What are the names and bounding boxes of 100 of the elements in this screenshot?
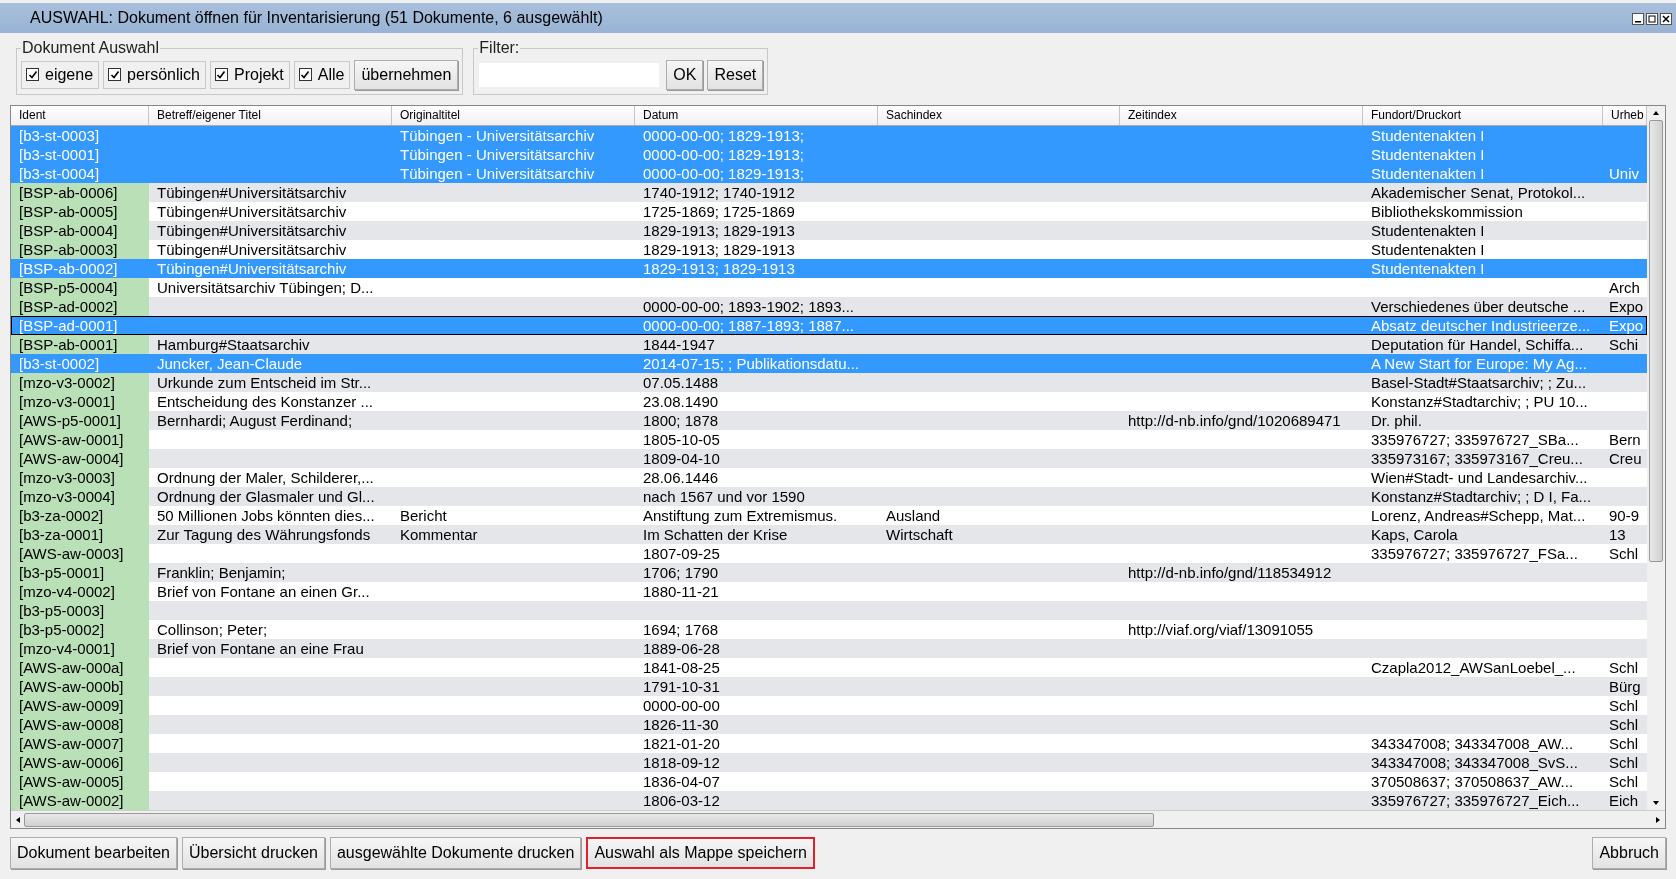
table-cell: Im Schatten der Krise [643, 526, 788, 543]
apply-button[interactable]: übernehmen [354, 59, 459, 90]
table-cell: 343347008; 343347008_SvS... [1371, 754, 1578, 771]
down-arrow-icon[interactable] [1652, 800, 1660, 806]
table-cell: Ordnung der Glasmaler und Gl... [157, 488, 375, 505]
column-header[interactable]: Fundort/Druckort [1363, 106, 1603, 125]
table-cell: Schl [1609, 773, 1639, 790]
table-row[interactable]: [b3-p5-0001] Franklin; Benjamin; 1706; 1790 http://d-nb.info/gnd/118534912 [11, 563, 1647, 582]
table-cell: Wien#Stadt- und Landesarchiv... [1371, 469, 1588, 486]
cancel-button[interactable]: Abbruch [1592, 837, 1666, 869]
table-row[interactable]: [AWS-aw-0004] 1809-04-10 335973167; 335973167_Creu... Creu [11, 449, 1647, 468]
table-cell: 1805-10-05 [643, 431, 720, 448]
table-cell: [BSP-ab-0005] [19, 203, 118, 220]
table-cell: [AWS-aw-000a] [19, 659, 124, 676]
action-button[interactable]: ausgewählte Dokumente drucken [329, 837, 582, 869]
checkbox-option[interactable]: Alle [293, 60, 351, 89]
table-cell: [mzo-v3-0003] [19, 469, 115, 486]
table-cell: 0000-00-00; 1829-1913; [643, 127, 804, 144]
table-cell: Schl [1609, 716, 1639, 733]
table-cell: 1826-11-30 [643, 716, 719, 733]
table-row[interactable]: [BSP-ab-0006] Tübingen#Universitätsarchiv 1740-1912; 1740-1912 Akademischer Senat, Protokol... [11, 183, 1647, 202]
table-cell: 1880-11-21 [643, 583, 719, 600]
left-arrow-icon[interactable] [15, 815, 21, 824]
table-cell: Dr. phil. [1371, 412, 1422, 429]
table-cell: 1791-10-31 [643, 678, 720, 695]
table-cell: 1841-08-25 [643, 659, 720, 676]
table-row[interactable]: [AWS-aw-0006] 1818-09-12 343347008; 343347008_SvS... Schl [11, 753, 1647, 772]
action-button[interactable]: Übersicht drucken [182, 837, 325, 869]
table-cell: Collinson; Peter; [157, 621, 268, 638]
table-row[interactable]: [AWS-p5-0001] Bernhardi; August Ferdinand; 1800; 1878 http://d-nb.info/gnd/1020689471 Dr. phil. [11, 411, 1647, 430]
table-cell: Schl [1609, 697, 1639, 714]
table-row[interactable]: [mzo-v3-0002] Urkunde zum Entscheid im Str... 07.05.1488 Basel-Stadt#Staatsarchiv; ; Zu... [11, 373, 1647, 392]
table-cell: Verschiedenes über deutsche ... [1371, 298, 1586, 315]
table-cell: [BSP-ab-0004] [19, 222, 118, 239]
table-row[interactable]: [AWS-aw-000b] 1791-10-31 Bürg [11, 677, 1647, 696]
table-row[interactable]: [AWS-aw-0008] 1826-11-30 Schl [11, 715, 1647, 734]
table-cell: Czapla2012_AWSanLoebel_... [1371, 659, 1576, 676]
table-cell: [BSP-ad-0001] [19, 317, 118, 334]
checkbox[interactable] [26, 68, 39, 81]
table-row[interactable]: [mzo-v4-0001] Brief von Fontane an eine Frau 1889-06-28 [11, 639, 1647, 658]
column-header[interactable]: Zeitindex [1120, 106, 1363, 125]
table-cell: Creu [1609, 450, 1642, 467]
table-row[interactable]: [b3-za-0001] Zur Tagung des Währungsfonds Kommentar Im Schatten der Krise Wirtschaft Kaps, Carola 13 [11, 525, 1647, 544]
table-cell: Juncker, Jean-Claude [157, 355, 303, 372]
table-cell: [b3-za-0002] [19, 507, 104, 524]
table-cell: http://d-nb.info/gnd/1020689471 [1128, 412, 1341, 429]
table-cell: Akademischer Senat, Protokol... [1371, 184, 1586, 201]
table-cell: 28.06.1446 [643, 469, 719, 486]
action-button[interactable]: Dokument bearbeiten [10, 837, 177, 869]
table-row[interactable]: [BSP-ad-0002] 0000-00-00; 1893-1902; 1893... Verschiedenes über deutsche ... Expo [11, 297, 1647, 316]
table-row[interactable]: [AWS-aw-0002] 1806-03-12 335976727; 335976727_Eich... Eich [11, 791, 1647, 810]
checkbox-option[interactable]: eigene [21, 60, 100, 89]
scrollbar-thumb[interactable] [1649, 120, 1663, 562]
action-button[interactable]: Auswahl als Mappe speichern [586, 837, 815, 869]
table-cell: Bürg [1609, 678, 1641, 695]
table-cell: [b3-za-0001] [19, 526, 104, 543]
table-cell: [AWS-aw-0007] [19, 735, 124, 752]
checkbox-option[interactable]: persönlich [103, 60, 206, 89]
minimize-icon[interactable] [1632, 13, 1644, 25]
column-header[interactable]: Datum [635, 106, 878, 125]
table-cell: [AWS-aw-000b] [19, 678, 124, 695]
table-cell: Tübingen#Universitätsarchiv [157, 203, 347, 220]
table-row[interactable]: [BSP-ab-0001] Hamburg#Staatsarchiv 1844-1947 Deputation für Handel, Schiffa... Schi [11, 335, 1647, 354]
ok-button[interactable]: OK [666, 59, 704, 90]
table-cell: 1821-01-20 [643, 735, 720, 752]
table-cell: Anstiftung zum Extremismus. [643, 507, 838, 524]
right-arrow-icon[interactable] [1655, 815, 1661, 824]
maximize-icon[interactable] [1646, 13, 1658, 25]
table-cell: Univ [1609, 165, 1639, 182]
checkbox[interactable] [298, 68, 312, 81]
column-header[interactable]: Sachindex [878, 106, 1120, 125]
up-arrow-icon[interactable] [1652, 110, 1660, 116]
vertical-scrollbar[interactable] [1647, 106, 1665, 810]
table-row[interactable]: [b3-p5-0003] [11, 601, 1647, 620]
table-cell: 1889-06-28 [643, 640, 720, 657]
table-cell: [mzo-v3-0002] [19, 374, 115, 391]
reset-button[interactable]: Reset [707, 59, 764, 90]
table-cell: 50 Millionen Jobs könnten dies... [157, 507, 375, 524]
checkbox-label: Alle [317, 65, 345, 84]
scrollbar-thumb[interactable] [24, 812, 1154, 827]
table-cell: [mzo-v4-0002] [19, 583, 115, 600]
table-cell: Studentenakten I [1371, 241, 1485, 258]
table-row[interactable]: [mzo-v3-0004] Ordnung der Glasmaler und Gl... nach 1567 und vor 1590 Konstanz#Stadtarchiv; ; D I, Fa... [11, 487, 1647, 506]
horizontal-scrollbar[interactable] [11, 810, 1665, 828]
table-row[interactable]: [BSP-ab-0004] Tübingen#Universitätsarchiv 1829-1913; 1829-1913 Studentenakten I [11, 221, 1647, 240]
checkbox-option[interactable]: Projekt [210, 60, 290, 89]
table-cell: 370508637; 370508637_AW... [1371, 773, 1574, 790]
column-header[interactable]: Ident [11, 106, 149, 125]
table-cell: Tübingen#Universitätsarchiv [157, 260, 347, 277]
column-header[interactable]: Originaltitel [392, 106, 635, 125]
close-icon[interactable] [1660, 13, 1672, 25]
column-header[interactable]: Betreff/eigener Titel [149, 106, 392, 125]
table-cell: [AWS-aw-0009] [19, 697, 124, 714]
checkbox[interactable] [108, 68, 122, 81]
checkbox-label: Projekt [234, 65, 284, 84]
checkbox[interactable] [215, 68, 228, 81]
table-cell: Brief von Fontane an einen Gr... [157, 583, 370, 600]
table-cell: Kaps, Carola [1371, 526, 1458, 543]
table-cell: Eich [1609, 792, 1639, 809]
table-cell: 2014-07-15; ; Publikationsdatu... [643, 355, 859, 372]
